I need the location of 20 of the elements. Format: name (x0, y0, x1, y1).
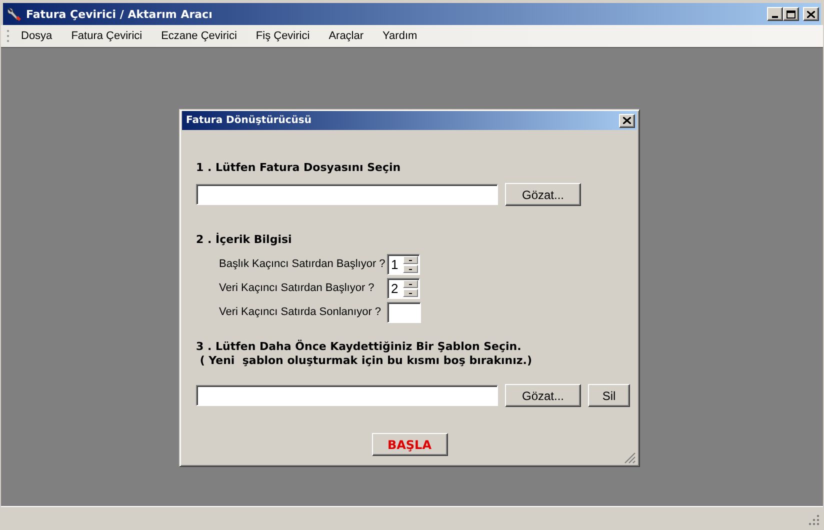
window-title: Fatura Çevirici / Aktarım Aracı (26, 8, 214, 20)
number-spinner[interactable]: 1 (387, 254, 420, 274)
section-heading: 2 . İçerik Bilgisi (196, 233, 293, 246)
dialog-title: Fatura Dönüştürücüsü (186, 115, 312, 126)
browse-button[interactable]: Gözat... (505, 384, 581, 407)
row-label: Veri Kaçıncı Satırdan Başlıyor ? (219, 282, 376, 294)
menu-item[interactable]: Fiş Çevirici (250, 30, 319, 42)
browse-button[interactable]: Gözat... (505, 183, 581, 206)
section-heading: 1 . Lütfen Fatura Dosyasını Seçin (196, 161, 402, 174)
section-heading: 3 . Lütfen Daha Önce Kaydettiğiniz Bir Şablon Seçin. (196, 340, 522, 353)
row-label: Başlık Kaçıncı Satırdan Başlıyor ? (219, 258, 386, 270)
menu-item[interactable]: Fatura Çevirici (66, 30, 152, 42)
number-spinner[interactable]: 2 (387, 278, 420, 298)
menu-item[interactable]: Araçlar (324, 30, 373, 42)
menu-item[interactable]: Yardım (378, 30, 426, 42)
menu-item[interactable]: Dosya (16, 30, 62, 42)
menu-item[interactable]: Eczane Çevirici (156, 30, 246, 42)
row-label: Veri Kaçıncı Satırda Sonlanıyor ? (219, 306, 382, 318)
hint-text: ( Yeni şablon oluşturmak için bu kısmı boş bırakınız.) (198, 354, 533, 367)
delete-button[interactable]: Sil (588, 384, 630, 407)
